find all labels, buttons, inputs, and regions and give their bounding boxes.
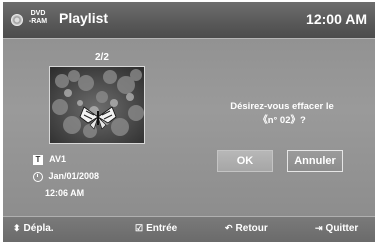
page-indicator: 2/2 — [95, 52, 109, 63]
move-label: Dépla. — [23, 223, 54, 234]
message-line1: Désirez-vous effacer le — [230, 101, 334, 112]
clock-icon — [33, 171, 43, 182]
dvd-playlist-screen: DVD -RAM Playlist 12:00 AM 2/2 T AV1 Jan… — [3, 2, 375, 242]
enter-label: Entrée — [146, 223, 178, 234]
updown-arrows-icon: ⬍ — [13, 223, 21, 233]
clock: 12:00 AM — [306, 11, 367, 27]
message-line2: 《n° 02》? — [258, 115, 306, 126]
source-row: T AV1 — [33, 154, 66, 165]
cancel-button[interactable]: Annuler — [287, 150, 343, 172]
ok-button[interactable]: OK — [217, 150, 273, 172]
date-row: Jan/01/2008 — [33, 171, 99, 182]
footer-hints: ⬍ Dépla. ☑ Entrée ↶ Retour ⇥ Quitter — [3, 216, 375, 242]
title-icon: T — [33, 154, 43, 165]
enter-hint: ☑ Entrée — [135, 223, 177, 234]
disc-icon — [11, 14, 23, 26]
disc-type-line1: DVD — [30, 10, 46, 17]
exit-label: Quitter — [325, 223, 359, 234]
move-hint: ⬍ Dépla. — [13, 223, 54, 234]
title-bar: DVD -RAM Playlist 12:00 AM — [3, 2, 375, 39]
disc-type-line2: -RAM — [28, 18, 48, 25]
delete-confirmation-message: Désirez-vous effacer le 《n° 02》? — [217, 100, 347, 128]
thumbnail-image — [49, 66, 145, 144]
return-label: Retour — [235, 223, 268, 234]
exit-icon: ⇥ — [315, 223, 323, 233]
enter-icon: ☑ — [135, 223, 144, 233]
disc-type-label: DVD -RAM — [25, 10, 51, 26]
exit-hint: ⇥ Quitter — [315, 223, 358, 234]
recording-time: 12:06 AM — [45, 188, 85, 198]
return-hint: ↶ Retour — [225, 223, 268, 234]
return-icon: ↶ — [225, 223, 233, 233]
time-row: 12:06 AM — [45, 188, 84, 198]
source-label: AV1 — [49, 154, 67, 164]
page-title: Playlist — [59, 10, 109, 26]
recording-date: Jan/01/2008 — [48, 171, 100, 181]
